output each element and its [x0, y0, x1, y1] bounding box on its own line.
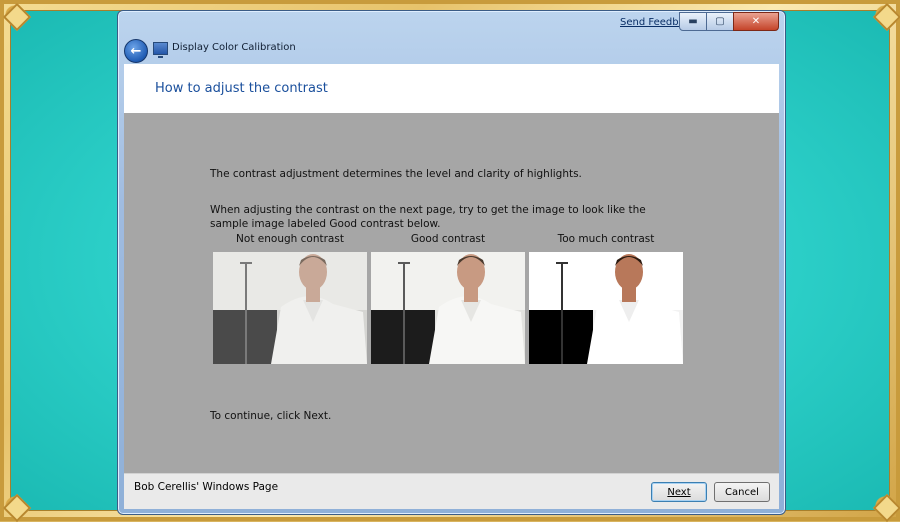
sample-image-high-contrast — [529, 252, 683, 364]
footer-label: Bob Cerellis' Windows Page — [134, 481, 279, 493]
sample-image-low-contrast — [213, 252, 367, 364]
footer-bar: Bob Cerellis' Windows Page Next Cancel — [124, 473, 779, 509]
frame-corner-ornament — [0, 0, 30, 30]
contrast-samples — [213, 252, 683, 364]
continue-text: To continue, click Next. — [210, 410, 332, 422]
title-bar[interactable]: Send Feedback ▬ ▢ ✕ ← Display Color Cali… — [118, 11, 785, 63]
sample-caption-good: Good contrast — [410, 233, 486, 245]
page-title: How to adjust the contrast — [155, 81, 328, 96]
window-title: Display Color Calibration — [172, 42, 296, 53]
minimize-icon: ▬ — [688, 16, 698, 27]
instruction-text: When adjusting the contrast on the next … — [210, 204, 646, 230]
frame-corner-ornament — [870, 0, 900, 30]
frame-corner-ornament — [0, 491, 30, 521]
page-header: How to adjust the contrast — [124, 64, 779, 113]
calibration-window: Send Feedback ▬ ▢ ✕ ← Display Color Cali… — [117, 10, 786, 515]
maximize-icon: ▢ — [715, 16, 725, 27]
main-content: The contrast adjustment determines the l… — [124, 113, 779, 473]
close-icon: ✕ — [751, 16, 761, 27]
sample-image-good-contrast — [371, 252, 525, 364]
display-icon — [153, 42, 168, 58]
window-controls: ▬ ▢ ✕ — [679, 12, 779, 31]
next-button[interactable]: Next — [651, 482, 707, 502]
close-button[interactable]: ✕ — [733, 12, 779, 31]
sample-caption-low: Not enough contrast — [236, 233, 344, 245]
back-arrow-icon: ← — [130, 43, 142, 59]
frame-corner-ornament — [870, 491, 900, 521]
back-button[interactable]: ← — [124, 39, 148, 63]
cancel-button[interactable]: Cancel — [714, 482, 770, 502]
minimize-button[interactable]: ▬ — [679, 12, 707, 31]
sample-caption-high: Too much contrast — [557, 233, 655, 245]
maximize-button[interactable]: ▢ — [706, 12, 734, 31]
intro-text: The contrast adjustment determines the l… — [210, 168, 582, 180]
